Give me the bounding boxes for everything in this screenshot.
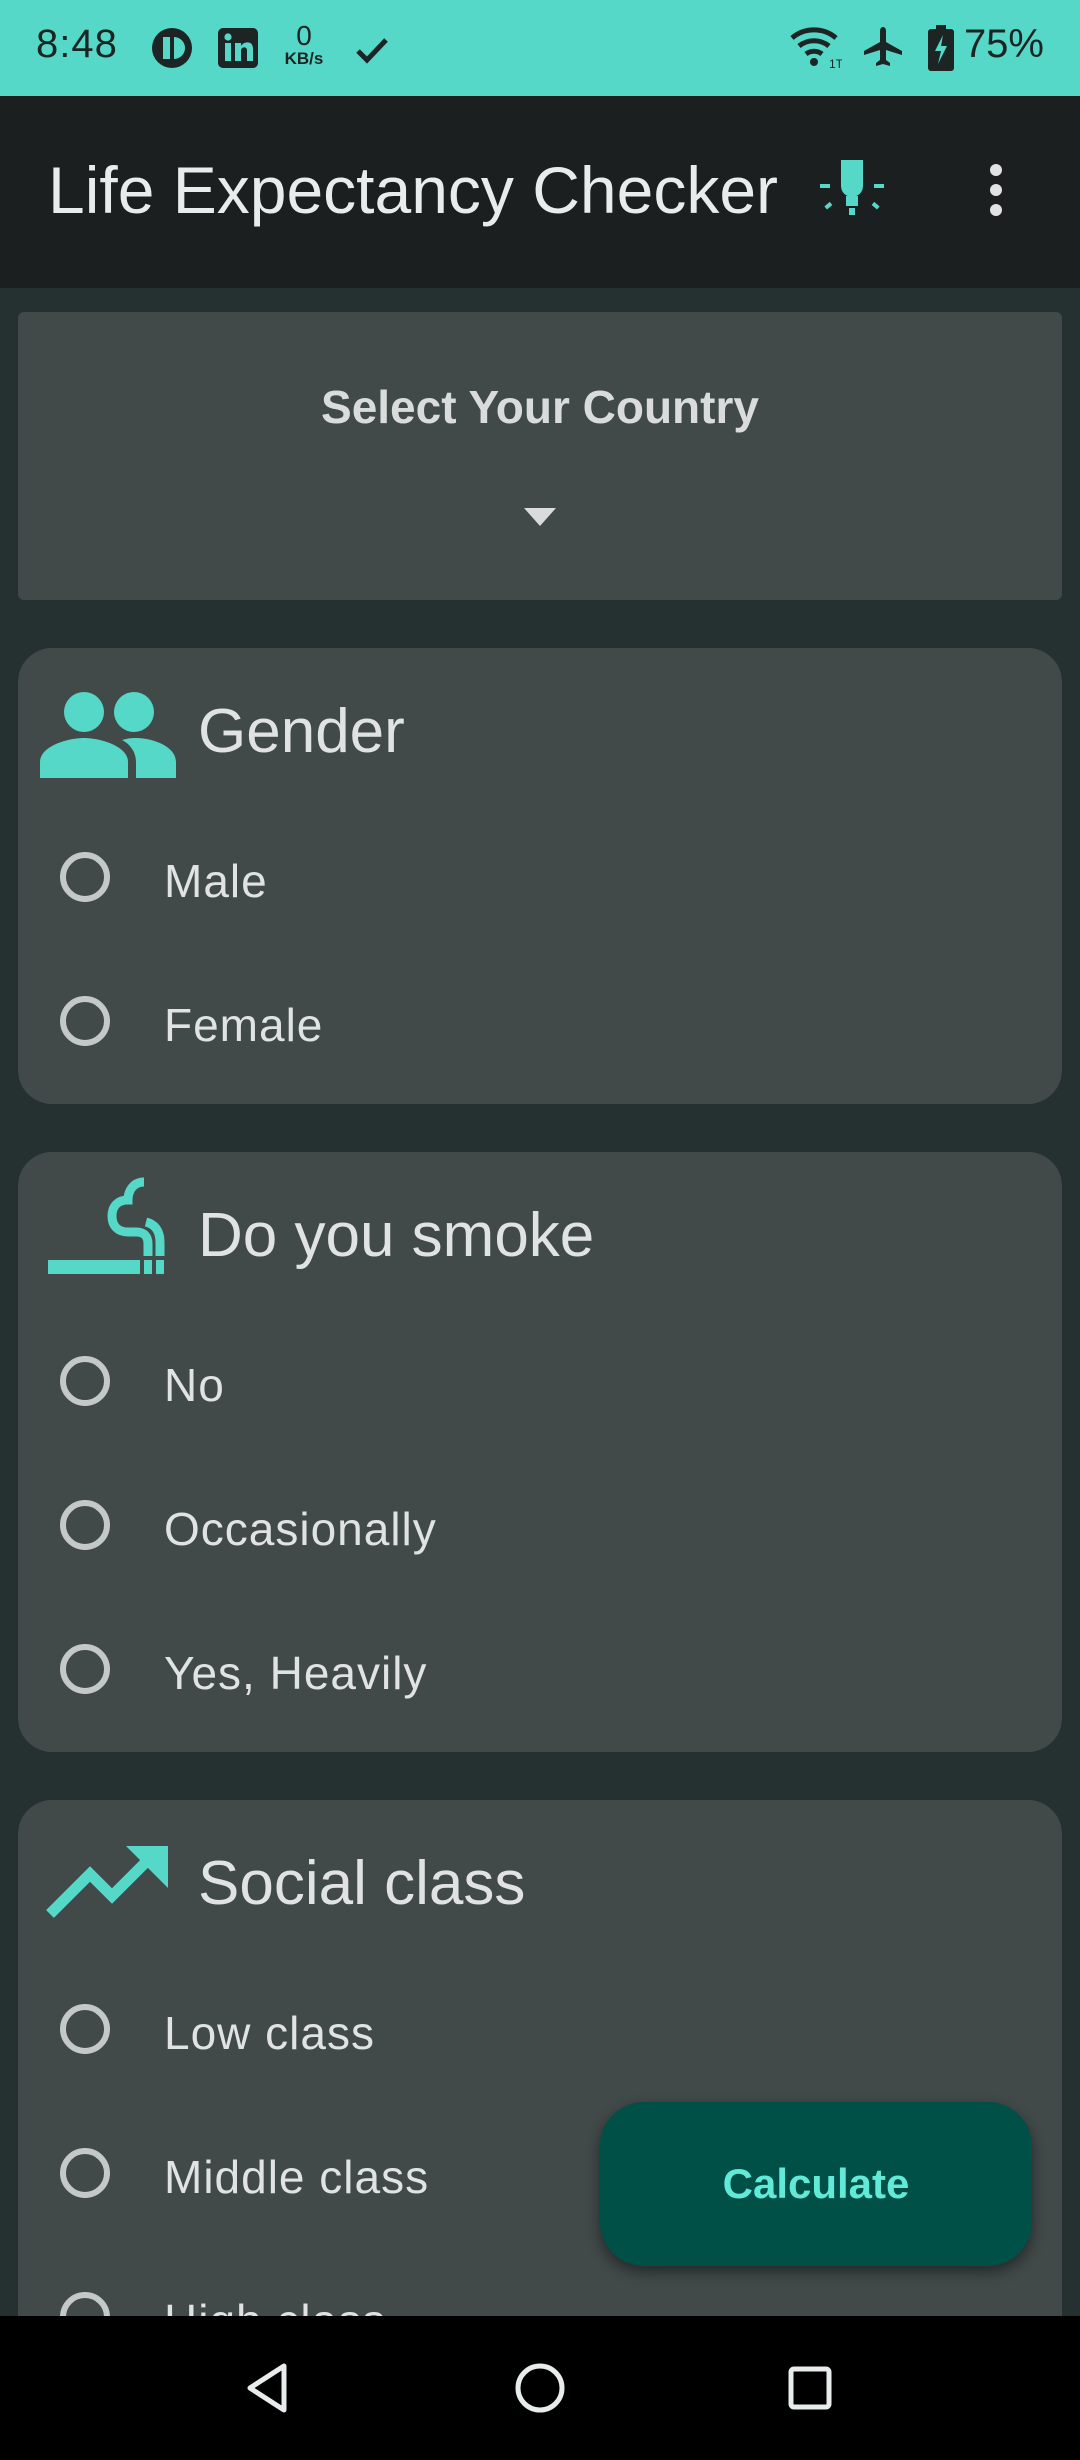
smoke-option-no[interactable]: No (18, 1324, 1062, 1444)
trending-up-icon (46, 1846, 168, 1918)
network-speed-icon: 0 KB/s (280, 20, 328, 68)
status-time: 8:48 (36, 22, 118, 66)
gender-option-male[interactable]: Male (18, 820, 1062, 940)
country-selector[interactable]: Select Your Country (18, 312, 1062, 600)
home-icon (515, 2363, 565, 2413)
speed-value: 0 (296, 20, 312, 51)
wifi-icon: 1T (790, 24, 844, 75)
option-label: Low class (164, 2007, 375, 2059)
smoke-option-occasionally[interactable]: Occasionally (18, 1468, 1062, 1588)
social-option-high[interactable]: High class (18, 2260, 1062, 2316)
recents-button[interactable] (778, 2356, 842, 2420)
svg-text:1T: 1T (829, 57, 842, 70)
overflow-menu-button[interactable] (956, 150, 1036, 230)
linkedin-icon (216, 26, 260, 75)
option-label: Middle class (164, 2151, 430, 2203)
back-icon (247, 2363, 287, 2413)
option-label: Male (164, 855, 268, 907)
dropdown-arrow-icon (524, 508, 556, 526)
radio-button[interactable] (60, 2292, 110, 2316)
smoke-card: Do you smoke No Occasionally Yes, Heavil… (18, 1152, 1062, 1752)
smoke-option-heavily[interactable]: Yes, Heavily (18, 1612, 1062, 1732)
option-label: Female (164, 999, 324, 1051)
home-button[interactable] (508, 2356, 572, 2420)
calculate-button[interactable]: Calculate (600, 2102, 1032, 2266)
status-bar: 8:48 0 KB/s 1T 75% (0, 0, 1080, 96)
check-icon (352, 30, 392, 75)
radio-button[interactable] (60, 2148, 110, 2198)
gender-option-female[interactable]: Female (18, 964, 1062, 1084)
speed-unit: KB/s (284, 49, 324, 68)
people-icon (40, 692, 176, 778)
battery-percent: 75% (963, 22, 1044, 66)
smoking-icon (48, 1177, 165, 1274)
screen: 8:48 0 KB/s 1T 75% Life Expectancy Check… (0, 0, 1080, 2460)
app-title: Life Expectancy Checker (48, 153, 779, 227)
battery-charging-icon (926, 24, 956, 77)
social-option-low[interactable]: Low class (18, 1972, 1062, 2092)
radio-button[interactable] (60, 2004, 110, 2054)
back-button[interactable] (238, 2356, 302, 2420)
navigation-bar (0, 2316, 1080, 2460)
gender-title: Gender (198, 697, 405, 766)
option-label: Occasionally (164, 1503, 437, 1555)
more-vert-icon (990, 164, 1002, 216)
country-label: Select Your Country (321, 381, 759, 433)
gender-card: Gender Male Female (18, 648, 1062, 1104)
scroll-content[interactable]: Select Your Country Gender Male Female D… (0, 288, 1080, 2316)
radio-button[interactable] (60, 1356, 110, 1406)
radio-button[interactable] (60, 996, 110, 1046)
radio-button[interactable] (60, 1500, 110, 1550)
recents-icon (788, 2366, 832, 2410)
lightbulb-icon (820, 160, 884, 215)
option-label: Yes, Heavily (164, 1647, 428, 1699)
app-icon (150, 26, 194, 75)
social-title: Social class (198, 1849, 526, 1918)
option-label: High class (164, 2294, 386, 2316)
smoke-title: Do you smoke (198, 1201, 595, 1270)
option-label: No (164, 1359, 225, 1411)
app-bar: Life Expectancy Checker (0, 96, 1080, 288)
radio-button[interactable] (60, 1644, 110, 1694)
airplane-mode-icon (860, 24, 906, 75)
radio-button[interactable] (60, 852, 110, 902)
theme-toggle-button[interactable] (812, 150, 892, 230)
